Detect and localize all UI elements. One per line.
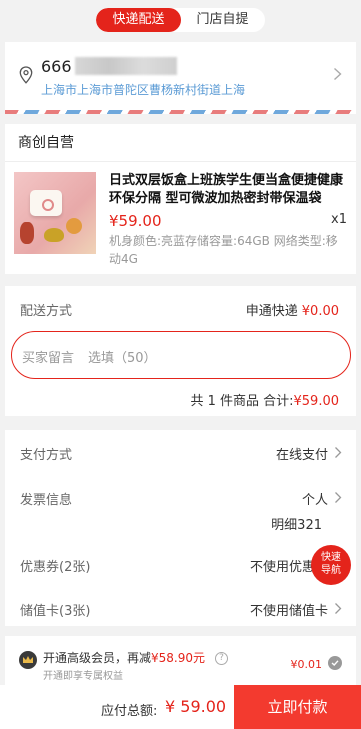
quick-nav-label-2: 导航: [321, 565, 341, 576]
product-image: [14, 172, 96, 254]
delivery-tabs: 快递配送 门店自提: [0, 8, 361, 32]
membership-price: ¥0.01: [290, 658, 323, 671]
tab-express-delivery[interactable]: 快递配送: [96, 8, 181, 32]
buyer-message-label: 买家留言: [22, 351, 75, 366]
store-name: 商创自营: [5, 124, 356, 162]
question-icon[interactable]: ?: [215, 652, 228, 665]
membership-promo[interactable]: 开通高级会员，再减¥58.90元 ? 开通即享专属权益 ¥0.01: [5, 636, 356, 686]
payment-method-value: 在线支付: [275, 448, 328, 463]
checkout-bar: 应付总额: ¥ 59.00 立即付款: [0, 685, 361, 729]
membership-discount: ¥58.90元: [151, 651, 206, 665]
courier-name: 申通快递: [245, 304, 298, 319]
buyer-message-field[interactable]: 买家留言 选填（50）: [11, 331, 351, 379]
stored-value-card-value: 不使用储值卡: [249, 604, 328, 619]
membership-subtitle: 开通即享专属权益: [43, 671, 123, 682]
quick-nav-label-1: 快速: [321, 552, 341, 563]
invoice-value: 个人: [301, 493, 328, 508]
product-item[interactable]: 日式双层饭盒上班族学生便当盒便捷健康环保分隔 型可微波加热密封带保温袋 ¥59.…: [5, 162, 356, 274]
payment-section: 支付方式 在线支付 发票信息 个人 明细321 优惠券(2张) 不使用优惠券 储…: [5, 430, 356, 626]
chevron-right-icon: [335, 603, 342, 614]
crown-icon: [19, 651, 37, 669]
product-quantity: x1: [331, 212, 347, 227]
tab-switch: 快递配送 门店自提: [96, 8, 265, 32]
airmail-border: [5, 110, 356, 114]
shipping-fee: ¥0.00: [301, 304, 339, 319]
membership-title-prefix: 开通高级会员，再减: [43, 651, 152, 665]
chevron-right-icon: [334, 67, 342, 81]
coupon-label: 优惠券(2张): [20, 560, 91, 575]
summary-amount: ¥59.00: [293, 394, 340, 409]
chevron-right-icon: [335, 447, 342, 458]
quick-nav-button[interactable]: 快速 导航: [311, 545, 351, 585]
chevron-right-icon: [335, 492, 342, 503]
address-card[interactable]: 666 上海市上海市普陀区曹杨新村街道上海: [5, 42, 356, 114]
product-spec: 机身颜色:亮蓝存储容量:64GB 网络类型:移动4G: [109, 234, 338, 266]
stored-value-card-label: 储值卡(3张): [20, 604, 91, 619]
order-summary: 共 1 件商品 合计:¥59.00: [190, 390, 339, 409]
product-price: ¥59.00: [109, 212, 162, 230]
masked-phone: [75, 57, 177, 75]
delivery-method-label: 配送方式: [20, 304, 73, 319]
delivery-method-value[interactable]: 申通快递 ¥0.00: [246, 300, 339, 319]
delivery-section: 配送方式 申通快递 ¥0.00 买家留言 选填（50） 共 1 件商品 合计:¥5…: [5, 286, 356, 416]
membership-title: 开通高级会员，再减¥58.90元: [43, 649, 205, 666]
invoice-detail: 明细321: [271, 518, 322, 533]
total-amount: ¥ 59.00: [165, 697, 227, 716]
pay-now-button[interactable]: 立即付款: [234, 685, 361, 729]
location-pin-icon: [19, 66, 33, 84]
recipient-name: 666: [41, 57, 72, 76]
product-title: 日式双层饭盒上班族学生便当盒便捷健康环保分隔 型可微波加热密封带保温袋: [109, 173, 344, 206]
invoice-label: 发票信息: [20, 493, 73, 508]
summary-prefix: 共 1 件商品 合计:: [190, 394, 294, 409]
check-circle-icon[interactable]: [328, 656, 342, 670]
address-detail: 上海市上海市普陀区曹杨新村街道上海: [41, 83, 246, 97]
total-label: 应付总额:: [101, 704, 158, 719]
tab-store-pickup[interactable]: 门店自提: [181, 8, 265, 32]
payment-method-label: 支付方式: [20, 448, 73, 463]
buyer-message-input[interactable]: 选填（50）: [88, 347, 157, 366]
